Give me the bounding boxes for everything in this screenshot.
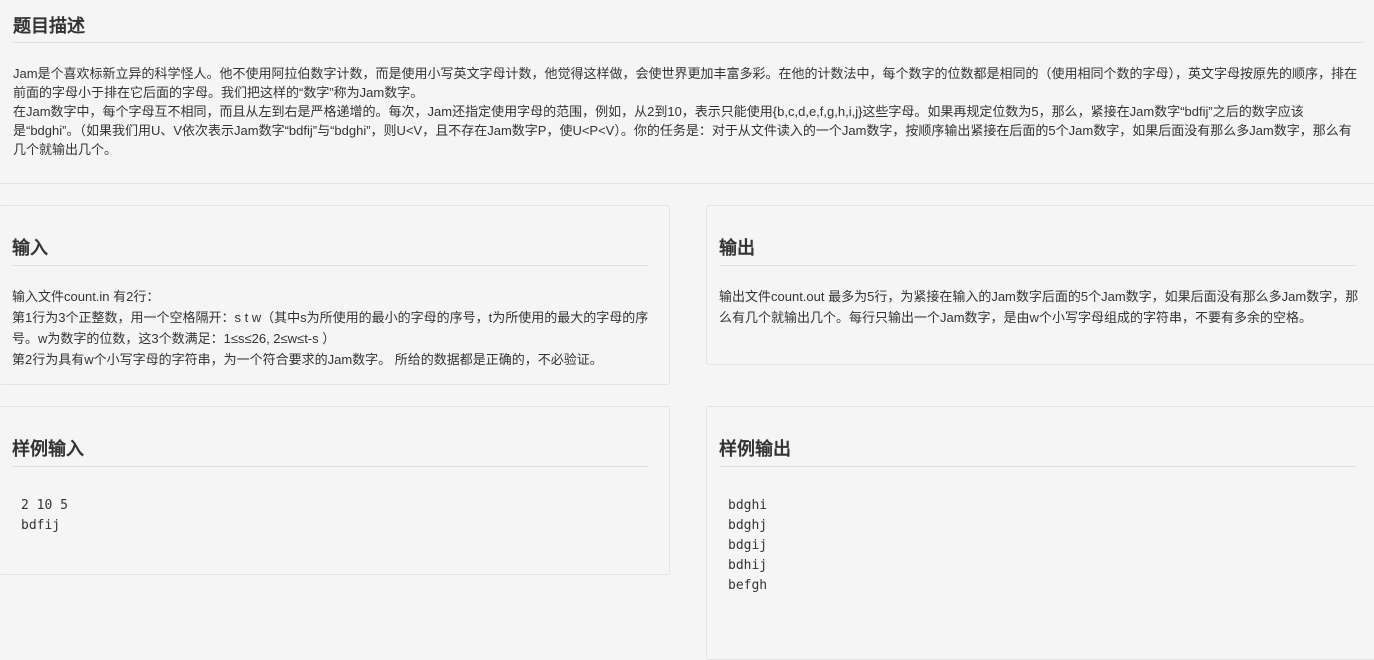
input-body: 输入文件count.in 有2行： 第1行为3个正整数，用一个空格隔开：s t …: [12, 286, 652, 370]
description-paragraph: 在Jam数字中，每个字母互不相同，而且从左到右是严格递增的。每次，Jam还指定使…: [13, 104, 1352, 157]
input-line: 第2行为具有w个小写字母的字符串，为一个符合要求的Jam数字。 所给的数据都是正…: [12, 352, 603, 367]
input-line: 输入文件count.in 有2行：: [12, 289, 160, 304]
sample-output-panel: 样例输出 bdghi bdghj bdgij bdhij befgh: [706, 406, 1374, 660]
divider: [719, 265, 1356, 266]
input-line: 第1行为3个正整数，用一个空格隔开：s t w（其中s为所使用的最小的字母的序号…: [12, 310, 649, 346]
sample-output-code[interactable]: bdghi bdghj bdgij bdhij befgh: [728, 496, 767, 596]
description-paragraph: Jam是个喜欢标新立异的科学怪人。他不使用阿拉伯数字计数，而是使用小写英文字母计…: [13, 66, 1358, 100]
input-title: 输入: [12, 238, 48, 258]
sample-input-code[interactable]: 2 10 5 bdfij: [21, 496, 68, 536]
problem-description-section: 题目描述 Jam是个喜欢标新立异的科学怪人。他不使用阿拉伯数字计数，而是使用小写…: [0, 0, 1374, 184]
divider: [12, 466, 649, 467]
sample-input-title: 样例输入: [12, 439, 84, 459]
sample-input-panel: 样例输入 2 10 5 bdfij: [0, 406, 670, 575]
output-body: 输出文件count.out 最多为5行，为紧接在输入的Jam数字后面的5个Jam…: [719, 286, 1359, 328]
sample-output-title: 样例输出: [719, 439, 791, 459]
input-panel: 输入 输入文件count.in 有2行： 第1行为3个正整数，用一个空格隔开：s…: [0, 205, 670, 385]
output-panel: 输出 输出文件count.out 最多为5行，为紧接在输入的Jam数字后面的5个…: [706, 205, 1374, 365]
divider: [719, 466, 1356, 467]
divider: [13, 42, 1363, 43]
output-text: 输出文件count.out 最多为5行，为紧接在输入的Jam数字后面的5个Jam…: [719, 289, 1359, 325]
description-title: 题目描述: [13, 16, 85, 36]
description-body: Jam是个喜欢标新立异的科学怪人。他不使用阿拉伯数字计数，而是使用小写英文字母计…: [13, 64, 1363, 159]
output-title: 输出: [719, 238, 755, 258]
divider: [12, 265, 649, 266]
